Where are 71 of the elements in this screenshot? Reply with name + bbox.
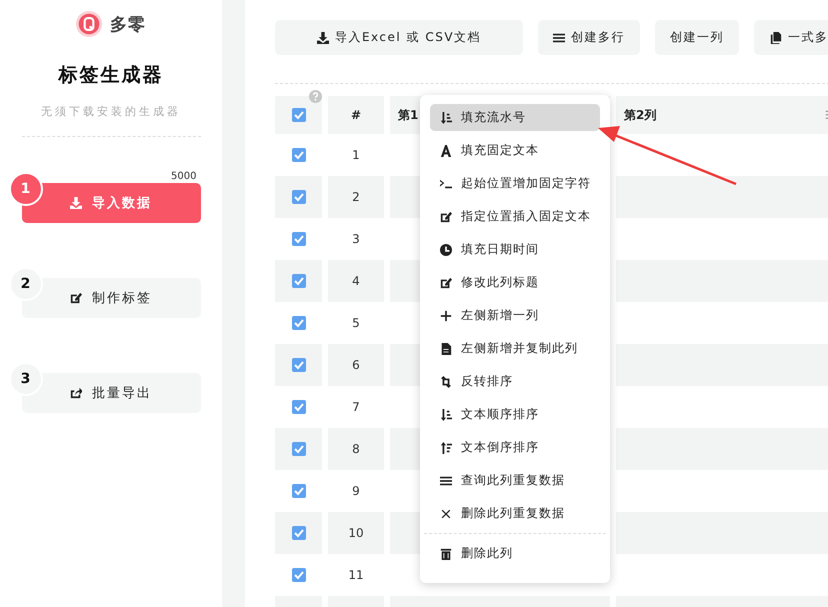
row-number: 9 [352, 484, 360, 498]
file-icon [440, 342, 452, 354]
download-icon [316, 32, 329, 44]
checkbox[interactable] [292, 400, 306, 414]
edit-icon [70, 292, 82, 304]
row-number: 1 [352, 148, 360, 162]
row-number: 10 [348, 526, 364, 540]
toolbar-button[interactable]: 创建多行 [538, 20, 640, 55]
toolbar-button[interactable]: 一式多 [754, 20, 828, 55]
app-title: 标签生成器 [58, 63, 164, 88]
row-number: 11 [348, 568, 364, 582]
checkbox[interactable] [292, 484, 306, 498]
checkbox[interactable] [292, 568, 306, 582]
checkbox[interactable] [292, 108, 306, 122]
menu-item[interactable]: 指定位置插入固定文本 [430, 203, 600, 230]
edit-icon [440, 210, 452, 222]
checkbox[interactable] [292, 232, 306, 246]
checkbox[interactable] [292, 274, 306, 288]
column-header: 第1 [398, 106, 418, 124]
download-icon [70, 197, 82, 209]
list-icon [440, 474, 452, 486]
menu-item[interactable]: 填充固定文本 [430, 137, 600, 164]
menu-item[interactable]: 文本倒序排序 [430, 434, 600, 461]
toolbar-button[interactable]: 创建一列 [655, 20, 739, 55]
row-number: 8 [352, 442, 360, 456]
row-number: 3 [352, 232, 360, 246]
trash-icon [440, 548, 452, 560]
logo-icon [76, 11, 102, 37]
menu-item[interactable]: 左侧新增并复制此列 [430, 335, 600, 362]
row-number: 7 [352, 400, 360, 414]
copy-icon [770, 32, 782, 44]
checkbox[interactable] [292, 148, 306, 162]
row-number: 6 [352, 358, 360, 372]
menu-item[interactable]: 起始位置增加固定字符 [430, 170, 600, 197]
sort-icon [440, 408, 452, 420]
count-label: 5000 [171, 171, 196, 182]
checkbox[interactable] [292, 526, 306, 540]
row-number: 2 [352, 190, 360, 204]
close-icon [440, 508, 452, 520]
letter-icon [440, 144, 452, 156]
menu-item[interactable]: 删除此列重复数据 [430, 500, 600, 527]
menu-item[interactable]: 查询此列重复数据 [430, 467, 600, 494]
clock-icon [440, 244, 452, 256]
terminal-icon [440, 178, 452, 190]
logo-text: 多零 [110, 14, 146, 36]
menu-item[interactable]: 修改此列标题 [430, 269, 600, 296]
checkbox[interactable] [292, 316, 306, 330]
edit-icon [440, 276, 452, 288]
checkbox[interactable] [292, 358, 306, 372]
toolbar-button[interactable]: 导入Excel 或 CSV文档 [275, 20, 523, 55]
menu-item[interactable]: 删除此列 [430, 540, 600, 567]
column-header: # [350, 108, 362, 122]
step-number: 3 [8, 362, 42, 396]
row-number: 5 [352, 316, 360, 330]
row-number: 4 [352, 274, 360, 288]
sort-icon [440, 442, 452, 454]
column-header: 第2列 [624, 106, 656, 124]
menu-item[interactable]: 左侧新增一列 [430, 302, 600, 329]
step-number: 1 [8, 172, 42, 206]
export-icon [70, 387, 82, 399]
step-number: 2 [8, 267, 42, 301]
app-subtitle: 无须下载安装的生成器 [41, 104, 181, 119]
menu-item[interactable]: 填充流水号 [430, 104, 600, 131]
menu-item[interactable]: 文本顺序排序 [430, 401, 600, 428]
checkbox[interactable] [292, 190, 306, 204]
list-icon [553, 32, 565, 44]
sort-icon [440, 112, 452, 124]
checkbox[interactable] [292, 442, 306, 456]
plus-icon [440, 310, 452, 322]
menu-item[interactable]: 反转排序 [430, 368, 600, 395]
menu-item[interactable]: 填充日期时间 [430, 236, 600, 263]
